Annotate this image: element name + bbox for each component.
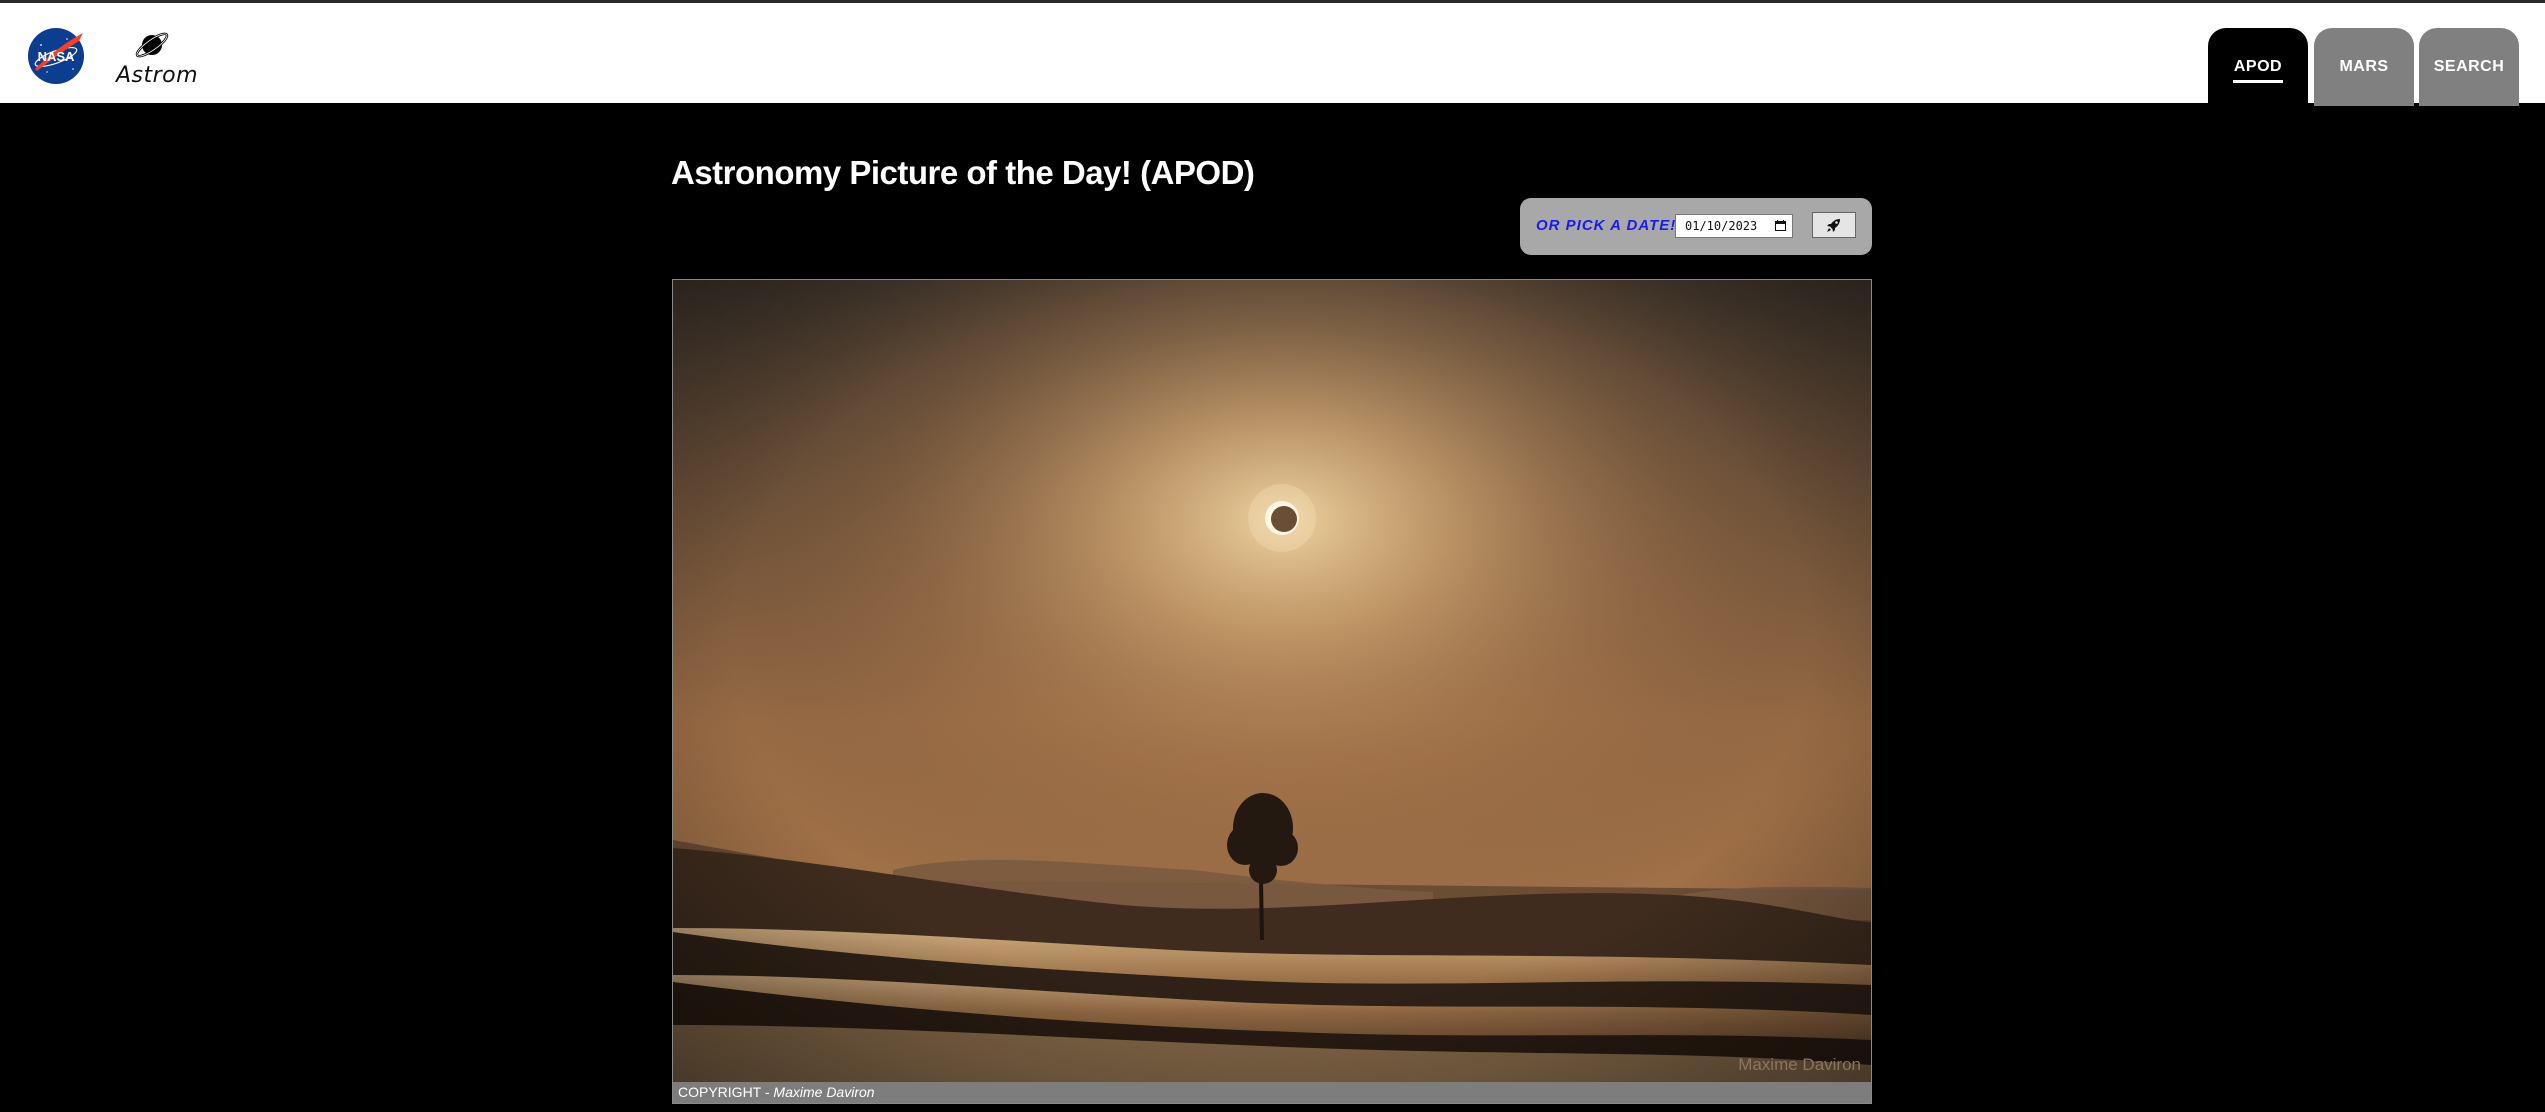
planet-icon [135, 32, 169, 58]
date-picker-panel: OR PICK A DATE! 01/10/2023 [1520, 198, 1872, 255]
app-header: NASA Astrom APOD MARS SEARCH [0, 3, 2545, 106]
pick-date-label: OR PICK A DATE! [1536, 217, 1677, 234]
tab-apod-label: APOD [2232, 58, 2284, 83]
page-title: Astronomy Picture of the Day! (APOD) [671, 154, 1255, 191]
submit-date-button[interactable] [1812, 212, 1856, 238]
copyright-bar: COPYRIGHT - Maxime Daviron [673, 1082, 1871, 1103]
apod-image[interactable]: Maxime Daviron [673, 280, 1871, 1082]
date-input-value: 01/10/2023 [1685, 219, 1758, 233]
active-tab-indicator [2232, 80, 2284, 83]
tab-mars[interactable]: MARS [2314, 28, 2414, 106]
nasa-logo-text: NASA [38, 49, 75, 64]
tab-apod[interactable]: APOD [2208, 28, 2308, 106]
image-watermark: Maxime Daviron [1738, 1055, 1861, 1074]
tab-apod-text: APOD [2233, 58, 2283, 75]
apod-image-container: Maxime Daviron COPYRIGHT - Maxime Daviro… [672, 279, 1872, 1104]
calendar-icon[interactable] [1775, 220, 1786, 231]
tab-mars-label: MARS [2339, 58, 2389, 75]
copyright-name: Maxime Daviron [773, 1084, 875, 1100]
rocket-icon [1827, 219, 1840, 232]
date-input[interactable]: 01/10/2023 [1675, 214, 1793, 238]
brand[interactable]: Astrom [114, 23, 198, 93]
nasa-logo[interactable]: NASA [27, 27, 85, 85]
tab-search[interactable]: SEARCH [2419, 28, 2519, 106]
brand-name: Astrom [116, 63, 199, 88]
tab-search-label: SEARCH [2433, 58, 2505, 75]
copyright-label: COPYRIGHT - [678, 1084, 770, 1100]
